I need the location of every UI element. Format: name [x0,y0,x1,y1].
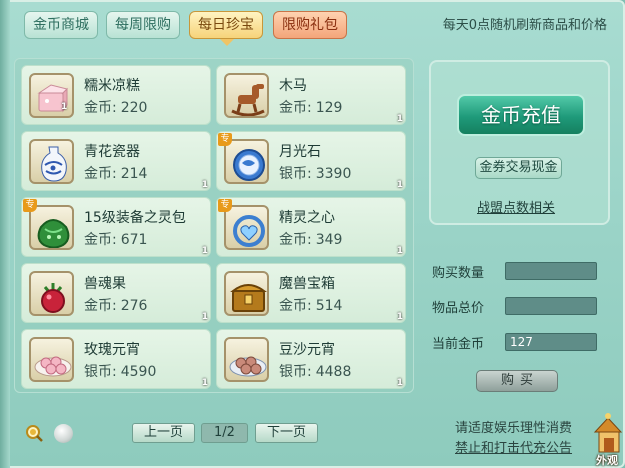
item-price: 金币: 276 [84,298,148,314]
active-tab-pointer [220,39,234,46]
item-card[interactable]: 1 木马 金币: 129 [216,65,406,125]
item-quantity: 1 [201,180,208,190]
page-indicator: 1/2 [201,423,248,443]
item-quantity: 1 [201,378,208,388]
item-card[interactable]: 专 1 15级装备之灵包 金币: 671 [21,197,211,257]
alliance-points-link[interactable]: 战盟点数相关 [477,197,555,216]
item-quantity: 1 [396,246,403,256]
item-price: 金币: 214 [84,166,148,182]
appearance-label: 外观 [596,454,618,467]
item-name: 糯米凉糕 [84,78,140,94]
buy-quantity-field[interactable] [505,262,597,280]
gold-recharge-button[interactable]: 金币充值 [457,94,585,136]
item-name: 精灵之心 [279,210,335,226]
current-gold-label: 当前金币 [432,337,485,352]
item-card[interactable]: 1 糯米凉糕 金币: 220 [21,65,211,125]
voucher-exchange-button[interactable]: 金券交易现金 [475,157,562,179]
bean-paste-dumplings-icon [224,337,269,382]
circle-toggle-icon[interactable] [54,424,73,443]
current-gold-field: 127 [505,333,597,351]
item-price: 银币: 3390 [279,166,352,182]
item-card[interactable]: 1 兽魂果 金币: 276 [21,263,211,323]
equipment-spirit-bag-icon [29,205,74,250]
prev-page-button[interactable]: 上一页 [132,423,195,443]
spirit-heart-icon [224,205,269,250]
item-price: 金币: 129 [279,100,343,116]
porcelain-vase-icon [29,139,74,184]
item-card[interactable]: 1 魔兽宝箱 金币: 514 [216,263,406,323]
item-name: 月光石 [279,144,321,160]
tab-weekly-limited[interactable]: 每周限购 [106,11,180,39]
exclusive-badge: 专 [218,199,232,212]
item-price: 金币: 671 [84,232,148,248]
item-name: 木马 [279,78,307,94]
item-price: 银币: 4488 [279,364,352,380]
item-name: 豆沙元宵 [279,342,335,358]
total-price-label: 物品总价 [432,301,485,316]
item-quantity: 1 [396,114,403,124]
refresh-note: 每天0点随机刷新商品和价格 [442,18,607,33]
item-price: 金币: 514 [279,298,343,314]
next-page-button[interactable]: 下一页 [255,423,318,443]
item-name: 青花瓷器 [84,144,140,160]
item-quantity: 1 [201,312,208,322]
item-price: 金币: 220 [84,100,148,116]
rocking-horse-icon [224,73,269,118]
rose-dumplings-icon [29,337,74,382]
treasure-chest-icon [224,271,269,316]
item-name: 魔兽宝箱 [279,276,335,292]
item-card[interactable]: 1 豆沙元宵 银币: 4488 [216,329,406,389]
tab-limited-gift-pack[interactable]: 限购礼包 [273,11,347,39]
beast-soul-fruit-icon [29,271,74,316]
item-quantity: 1 [201,246,208,256]
item-card[interactable]: 专 1 月光石 银币: 3390 [216,131,406,191]
moonstone-icon [224,139,269,184]
magnifier-icon[interactable] [25,424,44,443]
exclusive-badge: 专 [218,133,232,146]
panel-left-edge [0,0,10,468]
item-name: 15级装备之灵包 [84,210,186,226]
buy-button[interactable]: 购买 [476,370,558,392]
item-card[interactable]: 1 玫瑰元宵 银币: 4590 [21,329,211,389]
item-quantity: 1 [396,378,403,388]
item-price: 银币: 4590 [84,364,157,380]
responsible-spending-notice: 请适度娱乐理性消费 [455,421,573,436]
item-price: 金币: 349 [279,232,343,248]
item-quantity: 1 [396,312,403,322]
tab-gold-mall[interactable]: 金币商城 [24,11,98,39]
item-quantity: 1 [396,180,403,190]
total-price-field [505,297,597,315]
anti-proxy-recharge-link[interactable]: 禁止和打击代充公告 [455,437,572,456]
item-card[interactable]: 专 1 精灵之心 金币: 349 [216,197,406,257]
exclusive-badge: 专 [23,199,37,212]
item-name: 兽魂果 [84,276,126,292]
tab-daily-treasure[interactable]: 每日珍宝 [189,11,263,39]
item-card[interactable]: 1 青花瓷器 金币: 214 [21,131,211,191]
item-name: 玫瑰元宵 [84,342,140,358]
buy-quantity-label: 购买数量 [432,266,485,281]
